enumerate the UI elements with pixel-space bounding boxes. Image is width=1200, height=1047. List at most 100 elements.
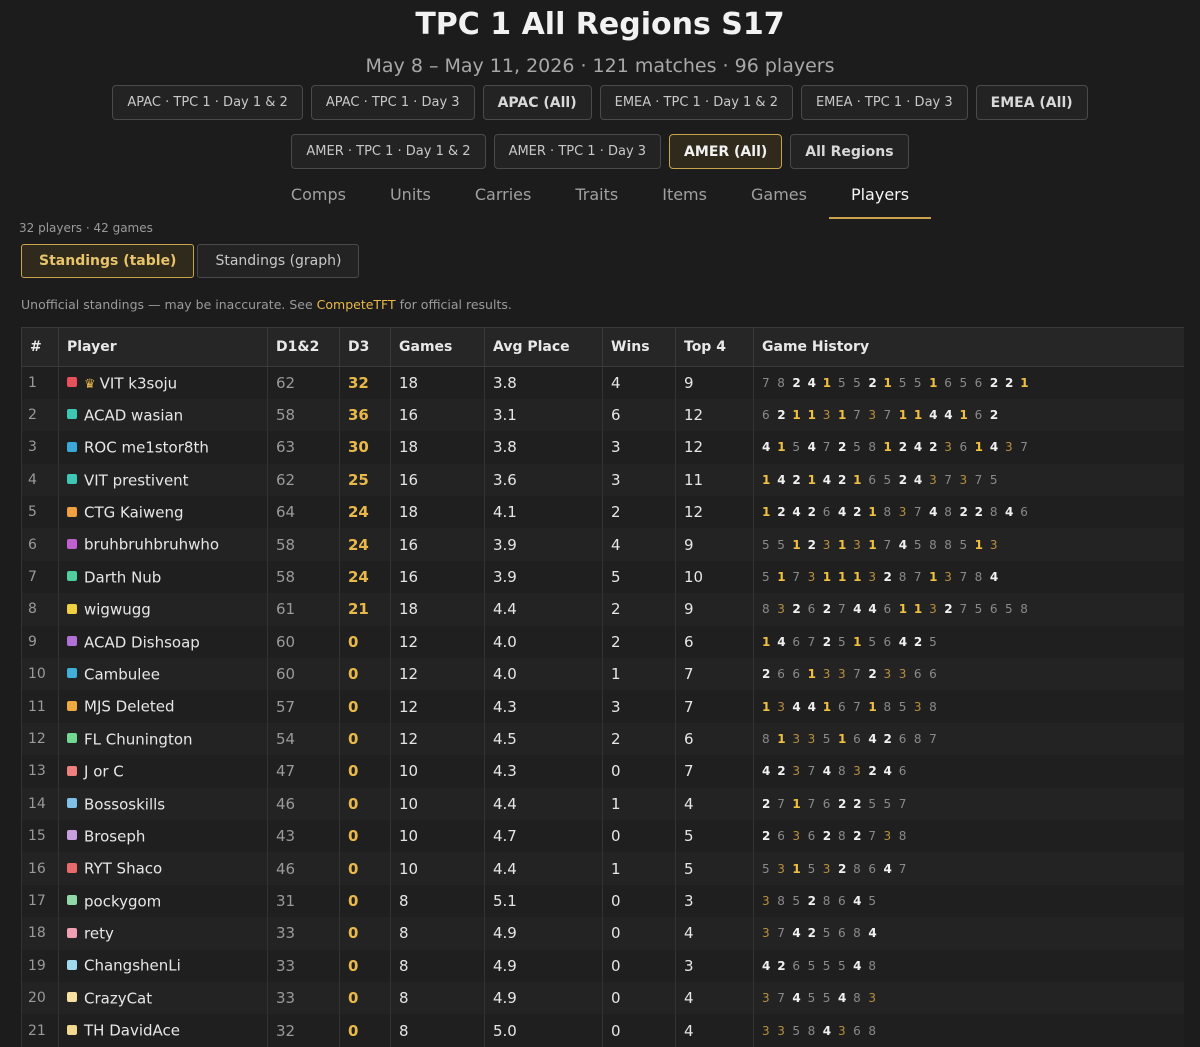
tab-players[interactable]: Players bbox=[828, 177, 932, 219]
tab-games[interactable]: Games bbox=[729, 177, 829, 219]
player-cell[interactable]: Broseph bbox=[58, 819, 268, 853]
filter-chip[interactable]: EMEA · TPC 1 · Day 3 bbox=[800, 85, 968, 120]
table-row[interactable]: 2 ACAD wasian 58 36 16 3.1 6 12 6 2 1 1 3 1 7 3 7 1 1 4 4 1 6 2 bbox=[21, 398, 1184, 432]
player-name[interactable]: pockygom bbox=[84, 892, 161, 910]
top4-cell: 9 bbox=[675, 593, 754, 626]
player-name[interactable]: J or C bbox=[84, 763, 124, 781]
player-name[interactable]: VIT prestivent bbox=[84, 471, 189, 489]
player-cell[interactable]: ChangshenLi bbox=[58, 949, 268, 982]
placement-mark: 5 bbox=[1005, 602, 1013, 617]
player-cell[interactable]: Bossoskills bbox=[58, 787, 268, 820]
player-name[interactable]: Broseph bbox=[84, 827, 145, 845]
placement-mark: 4 bbox=[913, 440, 923, 455]
placement-mark: 4 bbox=[1005, 505, 1014, 520]
table-row[interactable]: 19 ChangshenLi 33 0 8 4.9 0 3 4 2 6 5 5 5 4 8 bbox=[21, 949, 1184, 982]
placement-mark: 7 bbox=[853, 667, 861, 682]
col-player[interactable]: Player bbox=[58, 327, 268, 367]
filter-chip[interactable]: AMER · TPC 1 · Day 1 & 2 bbox=[291, 134, 486, 169]
table-row[interactable]: 10 Cambulee 60 0 12 4.0 1 7 2 6 6 1 3 3 7 2 3 3 6 6 bbox=[21, 658, 1184, 691]
table-row[interactable]: 18 rety 33 0 8 4.9 0 4 3 7 4 2 5 6 8 4 bbox=[21, 917, 1184, 950]
col-wins[interactable]: Wins bbox=[602, 327, 676, 367]
table-row[interactable]: 7 Darth Nub 58 24 16 3.9 5 10 5 1 7 3 1 1 1 3 2 8 7 1 3 7 8 4 bbox=[21, 560, 1184, 594]
table-row[interactable]: 13 J or C 47 0 10 4.3 0 7 4 2 3 7 4 8 3 2 4 6 bbox=[21, 755, 1184, 788]
player-cell[interactable]: RYT Shaco bbox=[58, 852, 268, 885]
filter-chip[interactable]: All Regions bbox=[790, 134, 909, 169]
col-top4[interactable]: Top 4 bbox=[675, 327, 754, 367]
player-name[interactable]: TH DavidAce bbox=[84, 1022, 180, 1040]
col-games[interactable]: Games bbox=[390, 327, 485, 367]
table-row[interactable]: 20 CrazyCat 33 0 8 4.9 0 4 3 7 4 5 5 4 8 3 bbox=[21, 981, 1184, 1015]
table-row[interactable]: 17 pockygom 31 0 8 5.1 0 3 3 8 5 2 8 6 4 5 bbox=[21, 884, 1184, 918]
player-name[interactable]: wigwugg bbox=[84, 601, 151, 619]
player-name[interactable]: VIT k3soju bbox=[100, 374, 178, 392]
player-cell[interactable]: FL Chunington bbox=[58, 722, 268, 756]
table-row[interactable]: 9 ACAD Dishsoap 60 0 12 4.0 2 6 1 4 6 7 2 5 1 5 6 4 2 5 bbox=[21, 625, 1184, 659]
player-name[interactable]: rety bbox=[84, 925, 114, 943]
table-row[interactable]: 16 RYT Shaco 46 0 10 4.4 1 5 5 3 1 5 3 2 8 6 4 7 bbox=[21, 852, 1184, 885]
tab-traits[interactable]: Traits bbox=[553, 177, 640, 219]
tab-units[interactable]: Units bbox=[368, 177, 453, 219]
player-cell[interactable]: TH DavidAce bbox=[58, 1014, 268, 1047]
filter-chip[interactable]: AMER · TPC 1 · Day 3 bbox=[493, 134, 662, 169]
player-name[interactable]: RYT Shaco bbox=[84, 860, 162, 878]
player-cell[interactable]: CTG Kaiweng bbox=[58, 496, 268, 529]
filter-chip[interactable]: APAC · TPC 1 · Day 1 & 2 bbox=[112, 85, 303, 120]
player-cell[interactable]: pockygom bbox=[58, 884, 268, 918]
player-cell[interactable]: MJS Deleted bbox=[58, 690, 268, 723]
player-name[interactable]: ACAD Dishsoap bbox=[84, 633, 200, 651]
tab-items[interactable]: Items bbox=[640, 177, 729, 219]
player-name[interactable]: FL Chunington bbox=[84, 730, 193, 748]
rank-cell: 15 bbox=[21, 819, 59, 853]
table-row[interactable]: 8 wigwugg 61 21 18 4.4 2 9 8 3 2 6 2 7 4 4 6 1 1 3 2 7 5 6 5 8 bbox=[21, 593, 1184, 626]
filter-chip[interactable]: EMEA · TPC 1 · Day 1 & 2 bbox=[599, 85, 793, 120]
player-cell[interactable]: ♛ VIT k3soju bbox=[58, 366, 268, 399]
standings-graph-button[interactable]: Standings (graph) bbox=[197, 244, 360, 278]
table-row[interactable]: 11 MJS Deleted 57 0 12 4.3 3 7 1 3 4 4 1 6 7 1 8 5 3 8 bbox=[21, 690, 1184, 723]
player-name[interactable]: CTG Kaiweng bbox=[84, 504, 184, 522]
table-row[interactable]: 4 VIT prestivent 62 25 16 3.6 3 11 1 4 2 1 4 2 1 6 5 2 4 3 7… bbox=[21, 463, 1184, 497]
player-name[interactable]: ACAD wasian bbox=[84, 406, 183, 424]
table-row[interactable]: 3 ROC me1stor8th 63 30 18 3.8 3 12 4 1 5 4 7 2 5 8 1 2 4 2 3… bbox=[21, 431, 1184, 464]
player-cell[interactable]: Cambulee bbox=[58, 658, 268, 691]
player-name[interactable]: ROC me1stor8th bbox=[84, 439, 209, 457]
col-d12[interactable]: D1&2 bbox=[267, 327, 340, 367]
standings-table-button[interactable]: Standings (table) bbox=[21, 244, 195, 278]
player-name[interactable]: bruhbruhbruhwho bbox=[84, 536, 219, 554]
table-row[interactable]: 14 Bossoskills 46 0 10 4.4 1 4 2 7 1 7 6 2 2 5 5 7 bbox=[21, 787, 1184, 820]
placement-mark: 8 bbox=[868, 440, 876, 455]
table-row[interactable]: 6 bruhbruhbruhwho 58 24 16 3.9 4 9 5 5 1 2 3 1 3 1 7 4 5 8 8… bbox=[21, 528, 1184, 561]
col-rank[interactable]: # bbox=[21, 327, 59, 367]
filter-chip[interactable]: APAC (All) bbox=[482, 85, 592, 120]
player-cell[interactable]: Darth Nub bbox=[58, 560, 268, 594]
game-history-cell: 38528645 bbox=[753, 884, 1184, 918]
filter-chip[interactable]: AMER (All) bbox=[669, 134, 783, 169]
table-row[interactable]: 12 FL Chunington 54 0 12 4.5 2 6 8 1 3 3 5 1 6 4 2 6 8 7 bbox=[21, 722, 1184, 756]
player-cell[interactable]: rety bbox=[58, 917, 268, 950]
table-row[interactable]: 21 TH DavidAce 32 0 8 5.0 0 4 3 3 5 8 4 3 6 8 bbox=[21, 1014, 1184, 1047]
player-name[interactable]: CrazyCat bbox=[84, 989, 152, 1007]
player-cell[interactable]: CrazyCat bbox=[58, 981, 268, 1015]
competetft-link[interactable]: CompeteTFT bbox=[317, 297, 396, 312]
player-cell[interactable]: J or C bbox=[58, 755, 268, 788]
table-row[interactable]: 15 Broseph 43 0 10 4.7 0 5 2 6 3 6 2 8 2 7 3 8 bbox=[21, 819, 1184, 853]
player-cell[interactable]: wigwugg bbox=[58, 593, 268, 626]
player-name[interactable]: ChangshenLi bbox=[84, 957, 181, 975]
player-name[interactable]: Bossoskills bbox=[84, 795, 165, 813]
filter-chip[interactable]: EMEA (All) bbox=[975, 85, 1088, 120]
col-avg-place[interactable]: Avg Place bbox=[484, 327, 603, 367]
player-name[interactable]: Cambulee bbox=[84, 665, 160, 683]
table-row[interactable]: 1 ♛ VIT k3soju 62 32 18 3.8 4 9 7 8 2 4 1 5 5 2 1 5 5 1 6 5 6 2 2… bbox=[21, 366, 1184, 399]
tab-carries[interactable]: Carries bbox=[453, 177, 553, 219]
tab-comps[interactable]: Comps bbox=[269, 177, 368, 219]
player-name[interactable]: Darth Nub bbox=[84, 568, 161, 586]
table-row[interactable]: 5 CTG Kaiweng 64 24 18 4.1 2 12 1 2 4 2 6 4 2 1 8 3 7 4 8 2 2 8… bbox=[21, 496, 1184, 529]
player-name[interactable]: MJS Deleted bbox=[84, 698, 174, 716]
player-cell[interactable]: ROC me1stor8th bbox=[58, 431, 268, 464]
player-cell[interactable]: ACAD Dishsoap bbox=[58, 625, 268, 659]
filter-chip[interactable]: APAC · TPC 1 · Day 3 bbox=[310, 85, 475, 120]
col-d3[interactable]: D3 bbox=[339, 327, 391, 367]
player-cell[interactable]: VIT prestivent bbox=[58, 463, 268, 497]
player-cell[interactable]: ACAD wasian bbox=[58, 398, 268, 432]
player-cell[interactable]: bruhbruhbruhwho bbox=[58, 528, 268, 561]
game-history-cell: 5173111328713784 bbox=[753, 560, 1184, 594]
